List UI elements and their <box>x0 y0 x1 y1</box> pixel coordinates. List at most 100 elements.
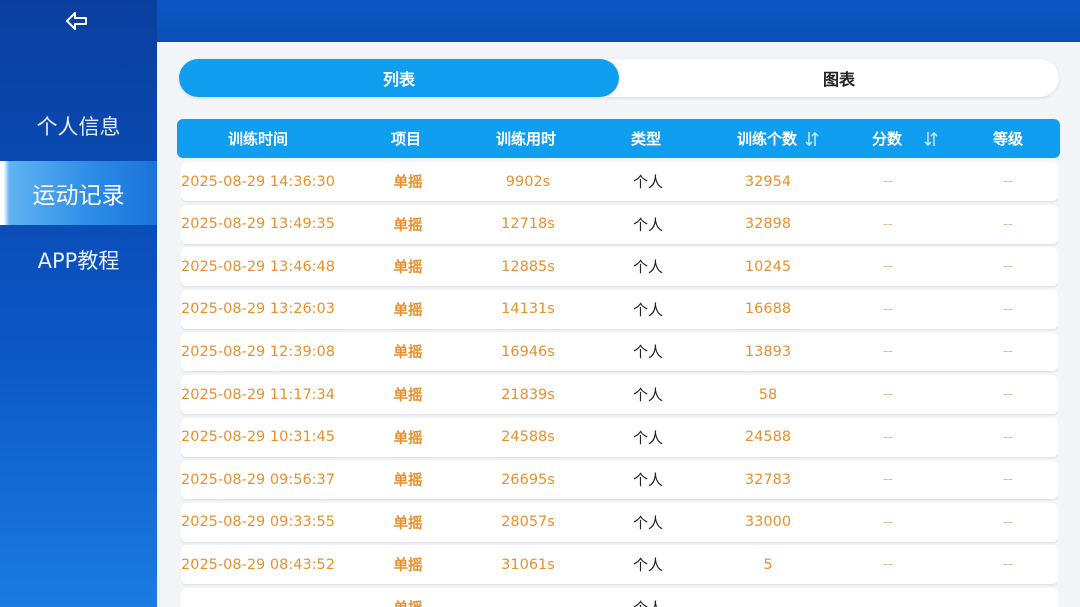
table-row[interactable]: 2025-08-29 13:46:48 单摇 12885s 个人 10245 -- -- <box>181 247 1058 287</box>
column-header-label: 训练个数 <box>736 130 798 148</box>
cell-duration: 24588s <box>501 429 555 446</box>
cell-type: 个人 <box>632 386 664 404</box>
cell-item: 单摇 <box>393 515 423 532</box>
table-row[interactable]: 2025-08-29 09:56:37 单摇 26695s 个人 32783 -- -- <box>181 460 1058 500</box>
cell-duration: 26695s <box>501 471 555 488</box>
sidebar-item-label: 运动记录 <box>32 183 125 209</box>
tab-chart[interactable]: 图表 <box>619 59 1059 97</box>
cell-duration: 31061s <box>501 556 555 573</box>
cell-count: 58 <box>758 386 778 403</box>
sort-icon[interactable] <box>805 131 819 147</box>
cell-duration: 14131s <box>501 301 555 318</box>
cell-time: 2025-08-29 14:36:30 <box>181 173 335 190</box>
cell-item: 单摇 <box>393 430 423 447</box>
cell-item: 单摇 <box>393 388 423 404</box>
cell-type: 个人 <box>632 258 664 277</box>
main-content: 列表 图表 训练时间 项目 训练用时 类型 训练个数 分数 等级 2025-08… <box>157 42 1080 607</box>
column-header-count[interactable]: 训练个数 <box>737 119 819 158</box>
cell-score: -- <box>883 472 893 488</box>
table-row[interactable]: 2025-08-29 08:43:52 单摇 31061s 个人 5 -- -- <box>181 545 1058 585</box>
sidebar-item-personal-info[interactable]: 个人信息 <box>0 94 157 158</box>
cell-count: 5 <box>763 556 773 573</box>
cell-time: 2025-08-29 13:26:03 <box>181 301 335 318</box>
cell-score: -- <box>883 557 893 573</box>
table-body: 2025-08-29 14:36:30 单摇 9902s 个人 32954 -- -- 202… <box>181 162 1058 607</box>
column-header-level: 等级 <box>993 119 1023 158</box>
tab-list[interactable]: 列表 <box>179 59 619 97</box>
cell-time: 2025-08-29 08:43:52 <box>181 556 335 573</box>
cell-time: 2025-08-29 09:33:55 <box>181 514 335 531</box>
cell-item: 单摇 <box>393 345 423 362</box>
cell-type: 个人 <box>632 428 664 447</box>
tab-label: 图表 <box>822 70 855 89</box>
column-header-label: 等级 <box>992 130 1024 148</box>
table-row[interactable]: 2025-08-29 09:33:55 单摇 28057s 个人 33000 -- -- <box>181 502 1058 542</box>
sidebar-item-exercise-records[interactable]: 运动记录 <box>0 161 157 225</box>
back-button[interactable] <box>60 6 94 36</box>
table-row[interactable]: 2025-08-29 12:39:08 单摇 16946s 个人 13893 -- -- <box>181 332 1058 372</box>
cell-type: 个人 <box>633 588 663 607</box>
cell-level: -- <box>1003 174 1013 189</box>
column-header-score[interactable]: 分数 <box>872 119 938 158</box>
top-bar <box>157 0 1080 42</box>
cell-type: 个人 <box>632 300 664 319</box>
cell-item: 单摇 <box>393 260 423 277</box>
table-row[interactable]: 2025-08-29 14:36:30 单摇 9902s 个人 32954 -- -- <box>181 162 1058 201</box>
cell-score: -- <box>883 259 893 275</box>
cell-count: 13893 <box>744 343 792 360</box>
cell-score: -- <box>883 514 893 530</box>
cell-level: -- <box>1003 557 1013 573</box>
sidebar-item-app-tutorial[interactable]: APP教程 <box>0 228 157 292</box>
cell-score: -- <box>883 301 893 317</box>
cell-time: 2025-08-29 09:56:37 <box>181 471 335 488</box>
sidebar: 个人信息 运动记录 APP教程 <box>0 0 157 607</box>
cell-item: 单摇 <box>393 473 423 490</box>
cell-count: 33000 <box>744 514 792 531</box>
cell-score: -- <box>883 429 893 445</box>
cell-level: -- <box>1003 472 1013 488</box>
cell-item: 单摇 <box>393 217 423 234</box>
column-header-label: 分数 <box>871 130 903 148</box>
cell-type: 个人 <box>632 556 664 575</box>
sidebar-item-label: 个人信息 <box>36 115 121 139</box>
cell-level: -- <box>1003 301 1013 317</box>
cell-time: 2025-08-29 12:39:08 <box>181 343 335 360</box>
cell-duration: 9902s <box>505 173 551 190</box>
cell-type: 个人 <box>632 471 664 490</box>
cell-item: 单摇 <box>394 588 423 607</box>
cell-type: 个人 <box>632 215 664 234</box>
cell-level: -- <box>1003 259 1013 275</box>
column-header-label: 类型 <box>630 130 662 148</box>
arrow-left-icon <box>66 12 87 30</box>
cell-duration: 16946s <box>501 343 555 360</box>
cell-time: 2025-08-29 11:17:34 <box>181 386 335 403</box>
table-row[interactable]: 2025-08-29 13:49:35 单摇 12718s 个人 32898 -- -- <box>181 204 1058 244</box>
cell-score: -- <box>883 216 893 232</box>
cell-item: 单摇 <box>393 558 423 575</box>
column-header-item: 项目 <box>391 119 421 158</box>
sort-icon[interactable] <box>924 131 938 147</box>
cell-count: 16688 <box>744 301 792 318</box>
cell-score: -- <box>883 174 893 189</box>
cell-duration: 12718s <box>501 216 555 233</box>
table-row[interactable]: 2025-08-29 13:26:03 单摇 14131s 个人 16688 -- -- <box>181 289 1058 329</box>
cell-count: 32954 <box>744 173 792 190</box>
cell-level: -- <box>1003 344 1013 360</box>
cell-level: -- <box>1003 216 1013 232</box>
cell-type: 个人 <box>632 343 664 362</box>
sidebar-item-label: APP教程 <box>37 249 120 273</box>
view-tabs: 列表 图表 <box>179 59 1059 97</box>
tab-label: 列表 <box>382 70 415 89</box>
table-header: 训练时间 项目 训练用时 类型 训练个数 分数 等级 <box>177 119 1060 158</box>
cell-level: -- <box>1003 387 1013 402</box>
cell-type: 个人 <box>632 513 664 532</box>
table-row[interactable]: 单摇 个人 <box>181 588 1058 607</box>
cell-count: 10245 <box>744 258 792 275</box>
cell-duration: 21839s <box>501 386 555 403</box>
table-row[interactable]: 2025-08-29 10:31:45 单摇 24588s 个人 24588 -- -- <box>181 417 1058 457</box>
table-row[interactable]: 2025-08-29 11:17:34 单摇 21839s 个人 58 -- -- <box>181 375 1058 414</box>
cell-score: -- <box>883 387 893 402</box>
cell-time: 2025-08-29 13:49:35 <box>181 216 335 233</box>
column-header-training-time: 训练时间 <box>228 119 288 158</box>
cell-count: 32898 <box>744 216 792 233</box>
